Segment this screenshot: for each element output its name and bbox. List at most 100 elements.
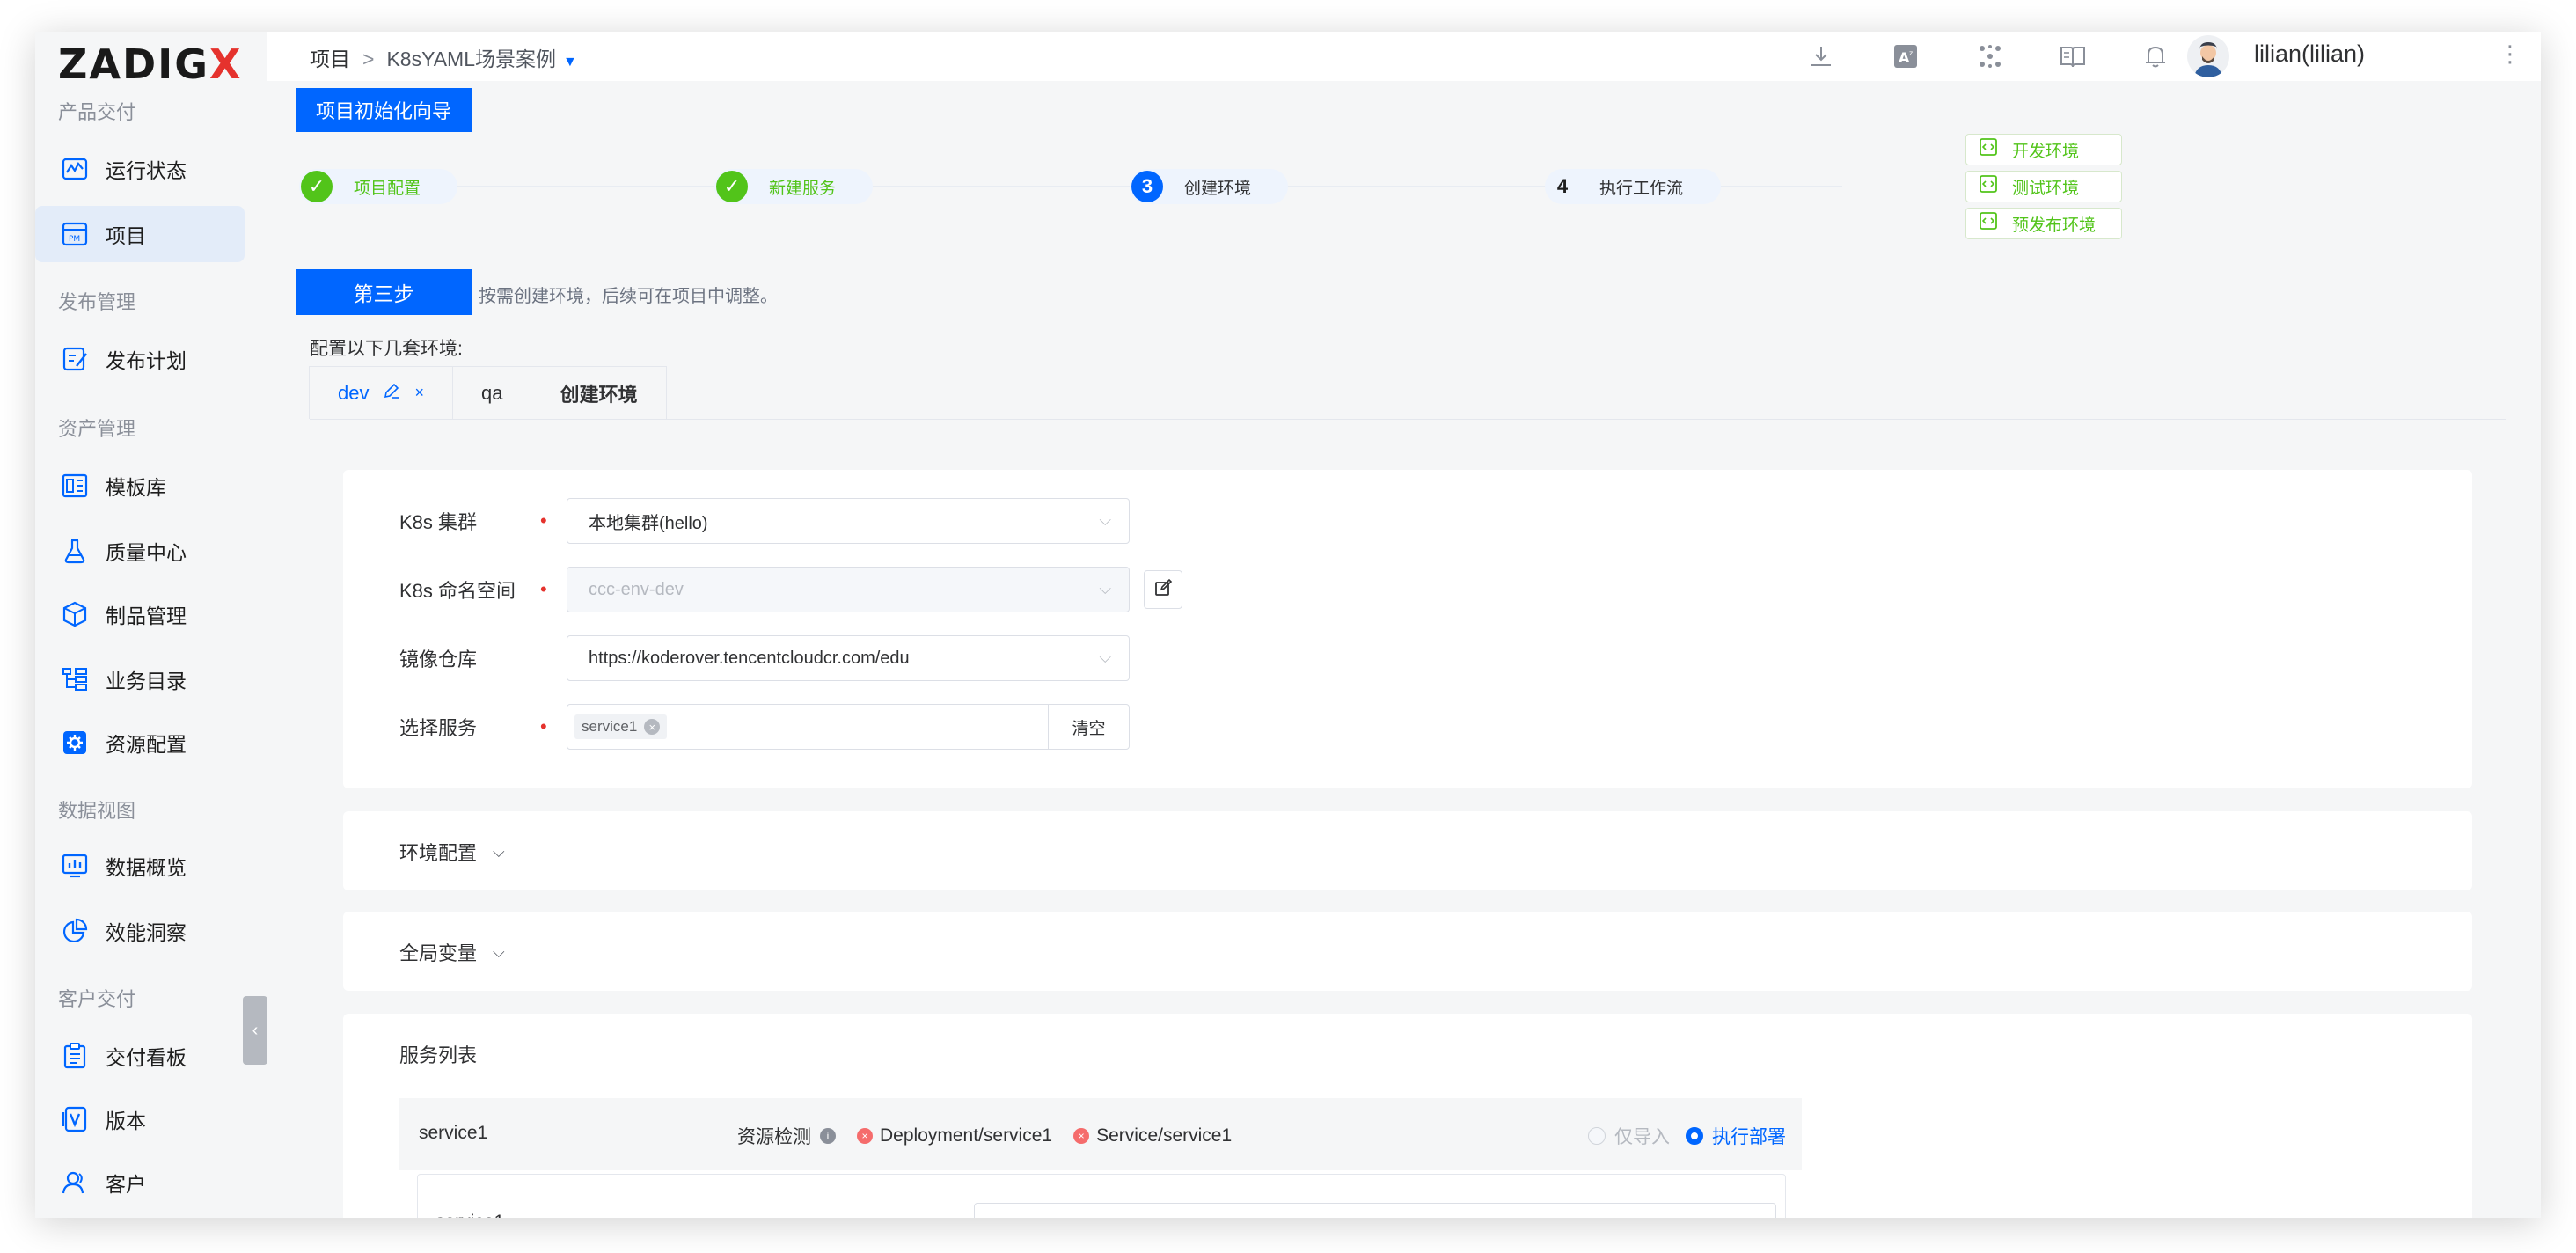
- env-config-header[interactable]: 环境配置 ⌵: [399, 838, 505, 866]
- breadcrumb-project[interactable]: K8sYAML场景案例: [386, 48, 556, 70]
- user-name[interactable]: lilian(lilian): [2254, 40, 2365, 68]
- sidebar-item-label: 业务目录: [106, 670, 187, 692]
- edit-icon: [1153, 578, 1173, 602]
- pie-icon: [60, 916, 90, 946]
- sidebar-item-data-overview[interactable]: 数据概览: [35, 838, 245, 894]
- tab-label: dev: [338, 381, 370, 404]
- env-link-dev[interactable]: 开发环境: [1965, 134, 2122, 165]
- radio-import-only: 仅导入: [1588, 1123, 1670, 1149]
- form-row-registry: 镜像仓库: [399, 635, 540, 681]
- edit-icon[interactable]: [383, 382, 400, 404]
- sidebar-collapse-button[interactable]: ‹: [243, 996, 267, 1065]
- step-three-tag: 第三步: [296, 269, 472, 315]
- more-vertical-icon[interactable]: ⋮: [2499, 40, 2521, 68]
- svg-text:PM: PM: [69, 235, 80, 244]
- env-link-label: 预发布环境: [2012, 216, 2097, 235]
- step-new-service: ✓ 新建服务: [714, 169, 873, 204]
- select-value: 本地集群(hello): [589, 513, 708, 533]
- sidebar-item-release-plan[interactable]: 发布计划: [35, 331, 245, 387]
- avatar[interactable]: [2187, 35, 2229, 77]
- sidebar: ZADIGX 产品交付 运行状态 PM 项目 发布管理 发布计划 资产管理 模板…: [35, 32, 267, 1218]
- collapse-title: 环境配置: [399, 842, 478, 864]
- book-icon[interactable]: [2057, 40, 2089, 72]
- main-content: 项目初始化向导 ✓ 项目配置 ✓ 新建服务 3 创建环境 4 执行工作流 开发环…: [267, 81, 2541, 1218]
- form-label: 镜像仓库: [399, 648, 478, 670]
- sidebar-item-version[interactable]: 版本: [35, 1091, 245, 1147]
- services-multi-select[interactable]: service1 × 清空: [567, 704, 1130, 750]
- form-label: K8s 集群: [399, 511, 478, 533]
- sidebar-item-project[interactable]: PM 项目: [35, 206, 245, 262]
- sidebar-item-label: 运行状态: [106, 159, 187, 182]
- global-vars-panel[interactable]: 全局变量 ⌵: [343, 912, 2472, 991]
- radio-deploy[interactable]: 执行部署: [1686, 1123, 1786, 1149]
- code-icon: [1979, 211, 1998, 236]
- service-tag: service1 ×: [574, 714, 668, 739]
- package-icon: [60, 599, 90, 629]
- sidebar-item-insight[interactable]: 效能洞察: [35, 903, 245, 959]
- divider: [310, 419, 2506, 420]
- plugin-icon[interactable]: [1974, 40, 2006, 72]
- chevron-down-icon: ⌵: [1745, 1216, 1758, 1218]
- sidebar-item-delivery-board[interactable]: 交付看板: [35, 1028, 245, 1084]
- resource-error-label: Service/service1: [1096, 1125, 1233, 1146]
- tab-create-env[interactable]: 创建环境: [531, 366, 667, 419]
- download-icon[interactable]: [1805, 40, 1837, 72]
- form-row-namespace: K8s 命名空间 •: [399, 567, 567, 612]
- breadcrumb-separator: >: [362, 48, 375, 70]
- env-link-staging[interactable]: 预发布环境: [1965, 208, 2122, 239]
- info-icon[interactable]: i: [820, 1128, 836, 1144]
- step-project-config: ✓ 项目配置: [299, 169, 457, 204]
- tab-dev[interactable]: dev ×: [309, 366, 453, 419]
- env-link-test[interactable]: 测试环境: [1965, 171, 2122, 202]
- sidebar-item-label: 数据概览: [106, 856, 187, 879]
- tab-qa[interactable]: qa: [452, 366, 532, 419]
- error-icon: ×: [1073, 1128, 1090, 1144]
- sidebar-item-artifact[interactable]: 制品管理: [35, 586, 245, 642]
- step-label: 项目配置: [354, 179, 421, 198]
- close-icon[interactable]: ×: [414, 384, 424, 402]
- env-config-panel[interactable]: 环境配置 ⌵: [343, 811, 2472, 890]
- env-tabs: dev × qa 创建环境: [309, 366, 667, 419]
- service-version-select[interactable]: 20231128113922-4-main ⌵: [974, 1203, 1776, 1218]
- resource-error: × Deployment/service1: [857, 1125, 1052, 1147]
- sidebar-item-label: 版本: [106, 1110, 146, 1132]
- service-name: service1: [419, 1123, 488, 1143]
- translate-icon[interactable]: Az: [1890, 40, 1921, 72]
- cluster-select[interactable]: 本地集群(hello) ⌵: [567, 498, 1130, 544]
- app-window: ZADIGX 产品交付 运行状态 PM 项目 发布管理 发布计划 资产管理 模板…: [35, 32, 2541, 1218]
- sidebar-item-label: 项目: [106, 224, 146, 247]
- section-title-release: 发布管理: [58, 291, 136, 313]
- close-icon[interactable]: ×: [644, 719, 661, 735]
- code-icon: [1979, 174, 1998, 199]
- sidebar-item-label: 模板库: [106, 476, 166, 499]
- clear-button[interactable]: 清空: [1048, 705, 1129, 749]
- logo-x: X: [209, 40, 243, 88]
- tab-label: 创建环境: [560, 383, 638, 406]
- sidebar-item-catalog[interactable]: 业务目录: [35, 651, 245, 707]
- service-row-name: service1: [435, 1212, 504, 1218]
- env-link-label: 开发环境: [2012, 142, 2080, 161]
- template-icon: [60, 471, 90, 501]
- chevron-left-icon: ‹: [252, 1020, 259, 1040]
- step-label: 执行工作流: [1599, 179, 1684, 198]
- caret-down-icon[interactable]: ▼: [563, 55, 577, 70]
- sidebar-item-label: 质量中心: [106, 541, 187, 564]
- chevron-down-icon: ⌵: [1099, 511, 1111, 529]
- step-label: 创建环境: [1184, 179, 1252, 198]
- sidebar-item-resource[interactable]: 资源配置: [35, 714, 245, 771]
- bell-icon[interactable]: [2140, 40, 2171, 72]
- registry-select[interactable]: https://koderover.tencentcloudcr.com/edu…: [567, 635, 1130, 681]
- global-vars-header[interactable]: 全局变量 ⌵: [399, 938, 505, 966]
- service-row-body: service1 20231128113922-4-main ⌵: [417, 1174, 1786, 1218]
- sidebar-item-label: 效能洞察: [106, 921, 187, 944]
- section-title-data: 数据视图: [58, 800, 136, 822]
- sidebar-item-customer[interactable]: 客户: [35, 1154, 245, 1211]
- namespace-edit-button[interactable]: [1144, 570, 1182, 609]
- sidebar-item-quality[interactable]: 质量中心: [35, 523, 245, 579]
- breadcrumb-root[interactable]: 项目: [310, 48, 350, 70]
- sidebar-item-run-status[interactable]: 运行状态: [35, 141, 245, 197]
- zadig-logo[interactable]: ZADIGX: [58, 40, 242, 88]
- sidebar-item-label: 制品管理: [106, 605, 187, 627]
- svg-text:z: z: [1909, 49, 1913, 57]
- sidebar-item-template[interactable]: 模板库: [35, 458, 245, 514]
